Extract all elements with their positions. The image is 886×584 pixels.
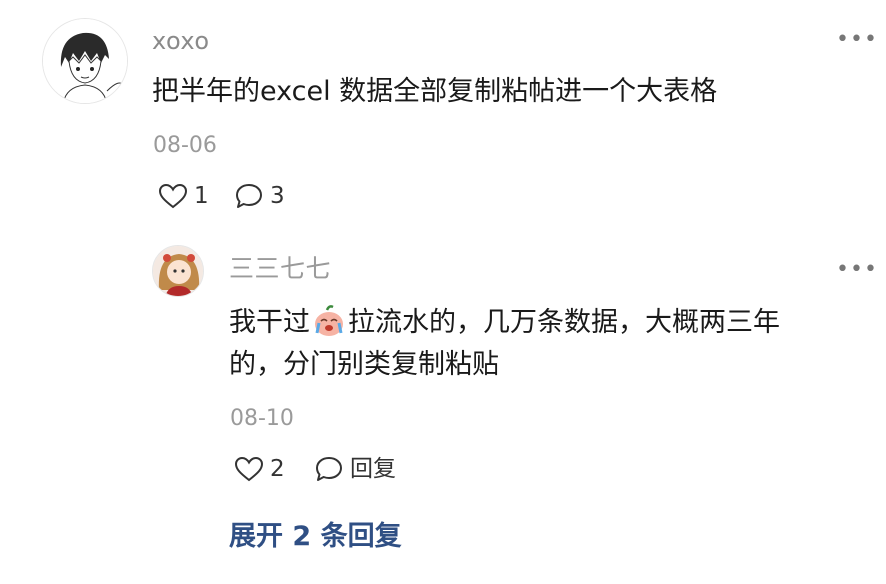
avatar-image — [43, 19, 127, 103]
more-dots-icon[interactable]: ••• — [836, 29, 878, 51]
reply-content-part2: 拉流水的，几万条数据，大概两三年 — [348, 307, 780, 338]
reply-like-button[interactable]: 2 — [234, 455, 285, 483]
comment-bubble-icon — [316, 457, 342, 481]
heart-icon — [234, 456, 264, 482]
heart-icon — [158, 183, 188, 209]
like-count: 1 — [194, 183, 209, 209]
reply-button-label: 回复 — [350, 456, 396, 482]
reply-date: 08-10 — [230, 406, 294, 431]
avatar[interactable] — [42, 18, 128, 104]
expand-replies-link[interactable]: 展开 2 条回复 — [229, 520, 402, 554]
comment-content: 把半年的excel 数据全部复制粘帖进一个大表格 — [152, 76, 718, 107]
reply-content: 我干过 拉流水的，几万条数据，大概两三年 — [229, 302, 780, 350]
like-button[interactable]: 1 — [158, 182, 209, 210]
comment-username[interactable]: xoxo — [152, 26, 210, 56]
reply-username[interactable]: 三三七七 — [229, 254, 331, 284]
reply-like-count: 2 — [270, 456, 285, 482]
reply-avatar[interactable] — [152, 245, 204, 297]
reply-count: 3 — [270, 183, 285, 209]
reply-content-line2: 的，分门别类复制粘贴 — [229, 349, 499, 380]
reply-more-dots-icon[interactable]: ••• — [836, 259, 878, 281]
reply-content-part1: 我干过 — [229, 307, 310, 338]
reply-button[interactable]: 回复 — [314, 455, 396, 483]
comment-bubble-icon — [236, 184, 262, 208]
reply-count-button[interactable]: 3 — [234, 182, 285, 210]
reply-avatar-image — [153, 246, 203, 296]
comment-date: 08-06 — [153, 133, 217, 158]
